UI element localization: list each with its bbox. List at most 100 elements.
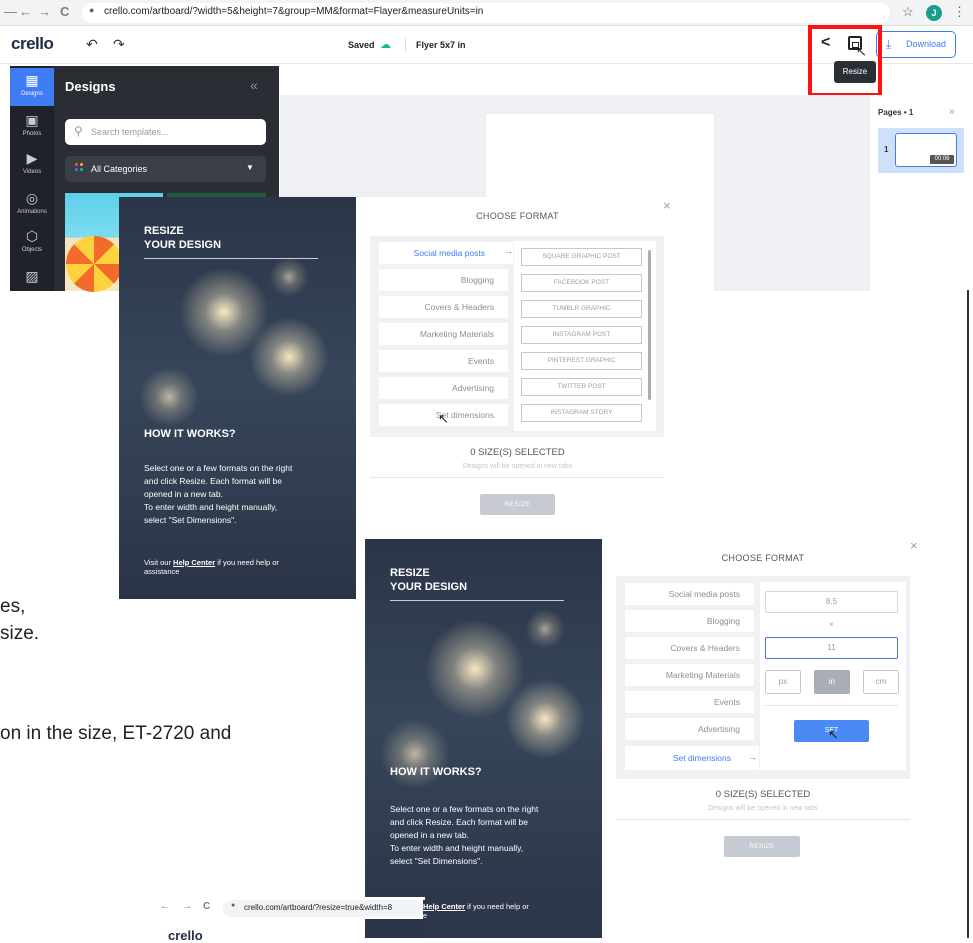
- dialog-title: YOUR DESIGN: [144, 239, 222, 251]
- format-option[interactable]: PINTEREST GRAPHIC: [521, 352, 642, 370]
- sidebar-item-photos[interactable]: ▣ Photos: [10, 112, 54, 144]
- sidebar-item-objects[interactable]: ⬡ Objects: [10, 228, 54, 260]
- header-divider: [405, 38, 406, 52]
- sizes-selected-count: 0 SIZE(S) SELECTED: [470, 447, 565, 458]
- how-it-works-text: select "Set Dimensions".: [390, 856, 483, 866]
- category-covers-headers[interactable]: Covers & Headers: [379, 296, 508, 318]
- category-blogging[interactable]: Blogging: [379, 269, 508, 291]
- category-advertising[interactable]: Advertising: [379, 377, 508, 399]
- browser-tab-strip-icon: —: [4, 4, 17, 19]
- forward-icon[interactable]: →: [182, 901, 192, 912]
- format-option[interactable]: INSTAGRAM POST: [521, 326, 642, 344]
- unit-in-button[interactable]: in: [814, 670, 850, 694]
- page-duration: 00:06: [930, 155, 954, 164]
- sidebar-item-background[interactable]: ▨: [10, 268, 54, 290]
- format-option[interactable]: SQUARE GRAPHIC POST: [521, 248, 642, 266]
- how-it-works-text: opened in a new tab.: [390, 830, 469, 840]
- download-icon: ⤓: [886, 37, 892, 51]
- chevron-down-icon: ▼: [246, 163, 254, 172]
- crello-logo[interactable]: crello: [168, 928, 203, 943]
- category-advertising[interactable]: Advertising: [625, 718, 754, 740]
- how-it-works-text: To enter width and height manually,: [390, 843, 524, 853]
- designs-icon: ▦: [25, 72, 39, 88]
- category-marketing-materials[interactable]: Marketing Materials: [379, 323, 508, 345]
- help-text: Visit our Help Center if you need help o…: [144, 558, 279, 567]
- expand-pages-icon[interactable]: »: [949, 106, 955, 117]
- template-thumbnail-art: [66, 236, 122, 292]
- dialog-title-underline: [390, 600, 564, 601]
- url-text[interactable]: crello.com/artboard/?resize=true&width=8: [244, 903, 392, 912]
- videos-icon: ▶: [26, 150, 38, 166]
- category-marketing-materials[interactable]: Marketing Materials: [625, 664, 754, 686]
- search-placeholder: Search templates...: [91, 127, 169, 137]
- category-set-dimensions[interactable]: Set dimensions: [625, 746, 759, 770]
- document-title[interactable]: Flyer 5x7 in: [416, 40, 466, 50]
- width-field[interactable]: 8.5: [765, 591, 898, 613]
- how-it-works-text: opened in a new tab.: [144, 489, 223, 499]
- format-option[interactable]: TUMBLR GRAPHIC: [521, 300, 642, 318]
- format-option[interactable]: FACEBOOK POST: [521, 274, 642, 292]
- browser-menu-icon[interactable]: ⋮: [953, 4, 966, 20]
- reload-icon[interactable]: C: [203, 901, 210, 912]
- url-text[interactable]: crello.com/artboard/?width=5&height=7&gr…: [104, 6, 483, 17]
- height-field[interactable]: 11: [765, 637, 898, 659]
- resize-button[interactable]: RESIZE: [480, 494, 555, 515]
- unit-cm-button[interactable]: cm: [863, 670, 899, 694]
- highlight-box: [808, 25, 882, 97]
- lock-icon: ●: [231, 902, 236, 909]
- how-it-works-text: select "Set Dimensions".: [144, 515, 237, 525]
- divider: [765, 705, 898, 706]
- format-option[interactable]: TWITTER POST: [521, 378, 642, 396]
- unit-px-button[interactable]: px: [765, 670, 801, 694]
- reload-icon[interactable]: C: [60, 4, 69, 19]
- category-events[interactable]: Events: [625, 691, 754, 713]
- sidebar-item-videos[interactable]: ▶ Videos: [10, 150, 54, 182]
- format-option[interactable]: INSTAGRAM STORY: [521, 404, 642, 422]
- page-number: 1: [884, 145, 889, 154]
- back-icon[interactable]: ←: [160, 901, 170, 912]
- crello-logo[interactable]: crello: [11, 34, 54, 54]
- how-it-works-title: HOW IT WORKS?: [390, 766, 482, 778]
- category-blogging[interactable]: Blogging: [625, 610, 754, 632]
- pages-panel-title: Pages • 1: [878, 108, 914, 117]
- scrollbar[interactable]: [648, 250, 651, 400]
- how-it-works-text: and click Resize. Each format will be: [144, 476, 282, 486]
- category-covers-headers[interactable]: Covers & Headers: [625, 637, 754, 659]
- resize-button[interactable]: RESIZE: [724, 836, 800, 857]
- collapse-panel-icon[interactable]: «: [250, 77, 258, 93]
- opened-in-new-tabs-note: Designs will be opened in new tabs: [462, 463, 573, 470]
- search-icon: ⚲: [74, 124, 83, 138]
- document-text: size.: [0, 623, 40, 644]
- choose-format-title: CHOOSE FORMAT: [721, 553, 805, 563]
- redo-icon[interactable]: ↷: [113, 36, 125, 53]
- help-center-link[interactable]: Help Center: [423, 902, 465, 911]
- close-icon[interactable]: ×: [910, 538, 918, 553]
- pages-panel: [870, 95, 973, 291]
- category-social-media-posts[interactable]: Social media posts: [379, 242, 513, 264]
- document-border: [967, 290, 969, 938]
- animations-icon: ◎: [25, 190, 39, 206]
- how-it-works-title: HOW IT WORKS?: [144, 428, 236, 440]
- sidebar-item-designs[interactable]: ▦ Designs: [10, 68, 54, 106]
- divider: [370, 477, 664, 478]
- category-events[interactable]: Events: [379, 350, 508, 372]
- dialog-title: RESIZE: [390, 567, 430, 579]
- undo-icon[interactable]: ↶: [86, 36, 98, 53]
- categories-icon: [75, 163, 83, 171]
- category-dropdown-value: All Categories: [91, 164, 148, 174]
- back-icon[interactable]: ←: [19, 4, 32, 19]
- forward-icon[interactable]: →: [38, 4, 51, 19]
- opened-in-new-tabs-note: Designs will be opened in new tabs: [708, 805, 818, 812]
- document-text: on in the size, ET-2720 and: [0, 723, 232, 744]
- help-center-link[interactable]: Help Center: [173, 558, 215, 567]
- divider: [616, 819, 910, 820]
- help-text: e: [423, 911, 428, 920]
- star-icon[interactable]: ☆: [902, 4, 914, 20]
- category-social-media-posts[interactable]: Social media posts: [625, 583, 754, 605]
- how-it-works-text: Select one or a few formats on the right: [390, 804, 539, 814]
- choose-format-title: CHOOSE FORMAT: [476, 211, 559, 221]
- background-icon: ▨: [25, 268, 39, 284]
- sidebar-item-animations[interactable]: ◎ Animations: [10, 190, 54, 222]
- dialog-title-underline: [144, 258, 318, 259]
- profile-avatar[interactable]: J: [926, 5, 942, 21]
